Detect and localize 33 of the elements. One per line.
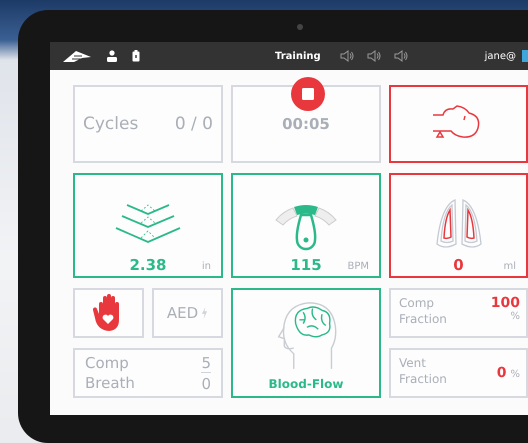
fraction-value: 100 <box>490 295 520 311</box>
percent-unit: % <box>510 311 520 322</box>
stop-icon <box>302 88 314 100</box>
ratio-label: Breath <box>85 374 135 392</box>
unit-label: BPM <box>347 261 369 272</box>
percent-unit: % <box>510 369 520 380</box>
ratio-value: 0 <box>201 374 211 392</box>
cycles-label: Cycles <box>83 114 138 134</box>
lightning-icon <box>201 307 208 319</box>
ratio-label: Comp <box>85 354 130 372</box>
cycles-value: 0 / 0 <box>174 114 213 134</box>
reading-value: 2.38 <box>129 256 166 274</box>
unit-label: in <box>202 261 211 272</box>
mode-title: Training <box>275 50 321 62</box>
speaker-icon <box>340 50 354 62</box>
camera-lens <box>297 24 303 30</box>
person-icon <box>106 50 118 62</box>
speaker-icon <box>366 50 381 62</box>
battery-icon <box>132 50 140 62</box>
aed-label: AED <box>166 304 198 322</box>
fraction-value: 0 <box>496 365 506 381</box>
unit-label: ml <box>503 261 516 272</box>
pyramid-logo-icon <box>62 49 92 63</box>
user-name: jane@ <box>484 50 516 62</box>
reading-value: 0 <box>453 256 464 274</box>
blood-flow-label: Blood-Flow <box>268 377 344 391</box>
timer-value: 00:05 <box>282 115 330 133</box>
fraction-label: Comp Fraction <box>399 295 448 327</box>
ratio-value: 5 <box>201 354 211 372</box>
reading-value: 115 <box>290 256 322 274</box>
stop-button[interactable] <box>291 77 325 111</box>
fraction-label: Vent Fraction <box>399 355 448 387</box>
speaker-icon <box>394 50 408 62</box>
